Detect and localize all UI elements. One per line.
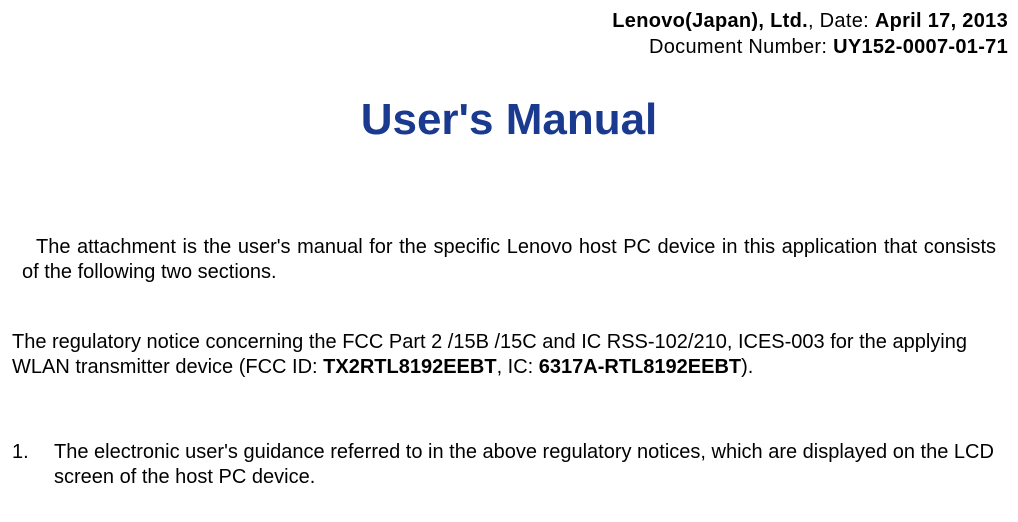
regulatory-notice: The regulatory notice concerning the FCC… xyxy=(12,330,1006,380)
list-item: 1. The electronic user's guidance referr… xyxy=(12,440,1006,490)
intro-text: The attachment is the user's manual for … xyxy=(22,236,996,283)
fcc-id: TX2RTL8192EEBT xyxy=(323,356,496,378)
date-value: April 17, 2013 xyxy=(875,10,1008,32)
document-header: Lenovo(Japan), Ltd., Date: April 17, 201… xyxy=(10,8,1008,60)
intro-paragraph: The attachment is the user's manual for … xyxy=(22,235,996,285)
header-line-1: Lenovo(Japan), Ltd., Date: April 17, 201… xyxy=(10,8,1008,34)
ic-id: 6317A-RTL8192EEBT xyxy=(539,356,741,378)
list-text: The electronic user's guidance referred … xyxy=(54,440,1006,490)
list-number: 1. xyxy=(12,440,54,490)
reg-notice-mid: , IC: xyxy=(497,356,539,378)
page-title: User's Manual xyxy=(10,95,1008,145)
date-label: , Date: xyxy=(808,10,875,32)
doc-number-label: Document Number: xyxy=(649,36,833,58)
doc-number-value: UY152-0007-01-71 xyxy=(833,36,1008,58)
company-name: Lenovo(Japan), Ltd. xyxy=(612,10,808,32)
header-line-2: Document Number: UY152-0007-01-71 xyxy=(10,34,1008,60)
reg-notice-post: ). xyxy=(741,356,753,378)
